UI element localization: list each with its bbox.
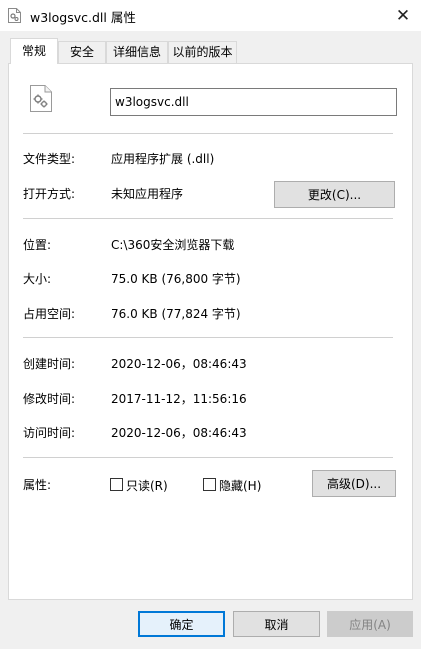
ok-button[interactable]: 确定	[138, 611, 225, 637]
hidden-checkbox-label[interactable]: 隐藏(H)	[219, 477, 261, 494]
dll-file-icon	[8, 8, 21, 23]
tab-details[interactable]: 详细信息	[106, 41, 168, 63]
file-type-label: 文件类型:	[23, 152, 76, 166]
separator	[23, 457, 393, 458]
tab-security[interactable]: 安全	[58, 41, 106, 63]
hidden-checkbox[interactable]	[203, 478, 216, 491]
tab-general[interactable]: 常规	[10, 38, 58, 64]
separator	[23, 337, 393, 338]
apply-button[interactable]: 应用(A)	[327, 611, 413, 637]
opens-with-value: 未知应用程序	[111, 187, 184, 201]
size-label: 大小:	[23, 272, 52, 286]
accessed-value: 2020-12-06，08:46:43	[111, 426, 247, 440]
window-title: w3logsvc.dll 属性	[30, 10, 136, 25]
opens-with-label: 打开方式:	[23, 187, 76, 201]
created-value: 2020-12-06，08:46:43	[111, 357, 247, 371]
cancel-button[interactable]: 取消	[233, 611, 320, 637]
created-label: 创建时间:	[23, 357, 76, 371]
modified-value: 2017-11-12，11:56:16	[111, 392, 247, 406]
attributes-label: 属性:	[23, 478, 52, 492]
size-on-disk-value: 76.0 KB (77,824 字节)	[111, 307, 241, 321]
size-on-disk-label: 占用空间:	[23, 307, 76, 321]
dll-large-icon	[30, 85, 52, 112]
close-button[interactable]: ✕	[385, 0, 421, 31]
advanced-button[interactable]: 高级(D)...	[312, 470, 396, 497]
close-icon: ✕	[395, 5, 411, 26]
readonly-checkbox-label[interactable]: 只读(R)	[126, 477, 168, 494]
modified-label: 修改时间:	[23, 392, 76, 406]
general-tab-panel	[8, 63, 413, 600]
accessed-label: 访问时间:	[23, 426, 76, 440]
change-button[interactable]: 更改(C)...	[274, 181, 395, 208]
location-value: C:\360安全浏览器下载	[111, 238, 235, 252]
size-value: 75.0 KB (76,800 字节)	[111, 272, 241, 286]
readonly-checkbox[interactable]	[110, 478, 123, 491]
separator	[23, 218, 393, 219]
tab-previous-versions[interactable]: 以前的版本	[168, 41, 237, 63]
location-label: 位置:	[23, 238, 52, 252]
separator	[23, 133, 393, 134]
file-name-input[interactable]	[110, 88, 397, 116]
file-type-value: 应用程序扩展 (.dll)	[111, 152, 215, 166]
